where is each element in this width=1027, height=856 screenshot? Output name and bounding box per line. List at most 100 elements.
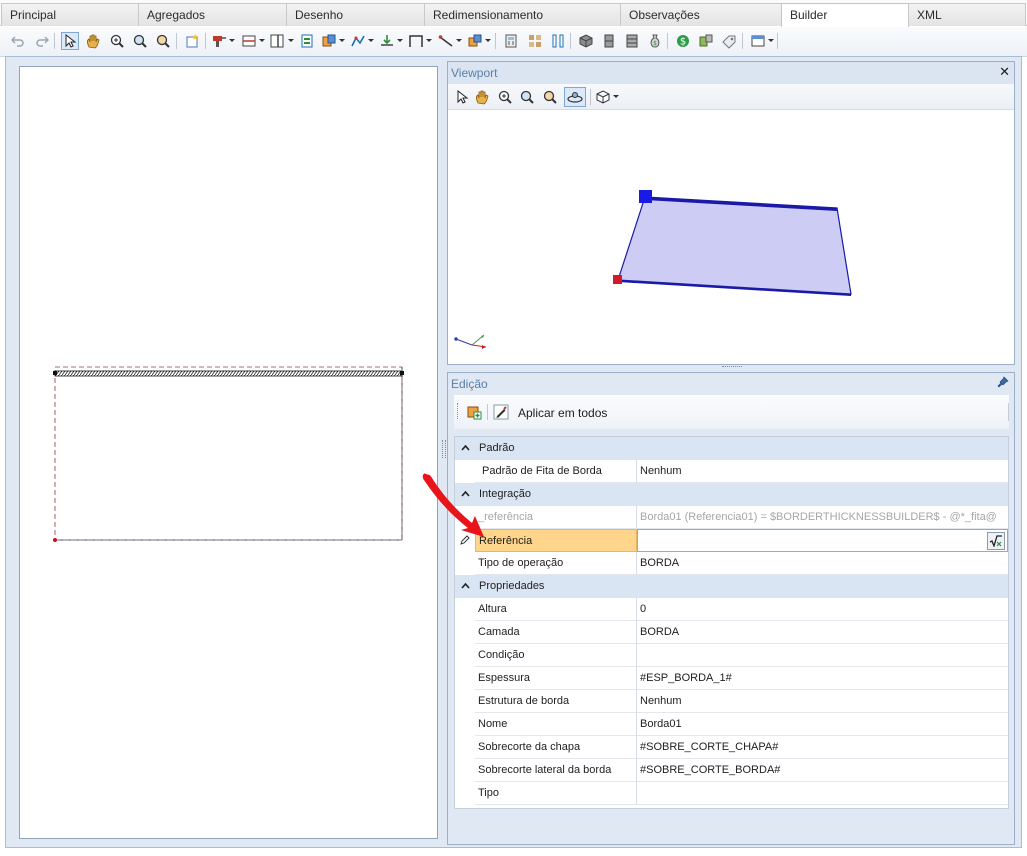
zoom-in-icon[interactable]: [131, 32, 149, 50]
select-icon[interactable]: [61, 32, 79, 50]
texture-icon[interactable]: [526, 32, 544, 50]
tab-redimensionamento[interactable]: Redimensionamento: [424, 3, 621, 26]
property-row-selected[interactable]: Referência: [455, 529, 1008, 552]
apply-all-button[interactable]: Aplicar em todos: [518, 406, 607, 420]
property-row[interactable]: Tipo: [455, 782, 1008, 805]
edge-band[interactable]: [54, 370, 403, 377]
panel-split-icon[interactable]: [240, 32, 258, 50]
panel-resize-grip[interactable]: [722, 366, 742, 369]
group-icon[interactable]: [320, 32, 338, 50]
property-row[interactable]: Sobrecorte da chapa #SOBRE_CORTE_CHAPA#: [455, 736, 1008, 759]
property-row[interactable]: Altura 0: [455, 598, 1008, 621]
undo-icon[interactable]: [9, 32, 27, 50]
property-value[interactable]: 0: [637, 598, 1008, 621]
route-icon[interactable]: [349, 32, 367, 50]
drill-dropdown-icon[interactable]: [229, 39, 235, 42]
property-row[interactable]: Espessura #ESP_BORDA_1#: [455, 667, 1008, 690]
frame-dropdown-icon[interactable]: [426, 39, 432, 42]
redo-icon[interactable]: [33, 32, 51, 50]
add-property-icon[interactable]: [465, 403, 483, 421]
collapse-icon[interactable]: [461, 443, 470, 452]
cost-icon[interactable]: $: [674, 32, 692, 50]
route-dropdown-icon[interactable]: [368, 39, 374, 42]
property-label: Altura: [475, 598, 637, 621]
property-value[interactable]: Borda01: [637, 713, 1008, 736]
tab-builder[interactable]: Builder: [781, 3, 909, 27]
panel-outline[interactable]: [54, 366, 403, 541]
material-dropdown-icon[interactable]: [485, 39, 491, 42]
zoom-extents-icon[interactable]: [496, 88, 514, 106]
tab-agregados[interactable]: Agregados: [138, 3, 287, 26]
property-row[interactable]: Padrão de Fita de Borda Nenhum: [455, 460, 1008, 483]
tab-principal[interactable]: Principal: [1, 3, 139, 26]
drawer-icon[interactable]: [623, 32, 641, 50]
dimension-dropdown-icon[interactable]: [397, 39, 403, 42]
view-cube-icon[interactable]: [594, 88, 612, 106]
property-value[interactable]: BORDA: [637, 552, 1008, 575]
zoom-window-icon[interactable]: [154, 32, 172, 50]
property-row[interactable]: Sobrecorte lateral da borda #SOBRE_CORTE…: [455, 759, 1008, 782]
category-propriedades[interactable]: Propriedades: [455, 575, 1008, 598]
property-value[interactable]: Nenhum: [637, 690, 1008, 713]
category-padrao[interactable]: Padrão: [455, 437, 1008, 460]
orbit-icon[interactable]: [564, 87, 586, 107]
frame-icon[interactable]: [407, 32, 425, 50]
property-value-editor[interactable]: [637, 529, 1008, 552]
property-value[interactable]: #SOBRE_CORTE_BORDA#: [637, 759, 1008, 782]
tab-desenho[interactable]: Desenho: [286, 3, 425, 26]
panel-splitter[interactable]: [442, 440, 446, 458]
property-value[interactable]: [637, 644, 1008, 667]
tab-observacoes[interactable]: Observações: [620, 3, 782, 26]
grip-handle-red[interactable]: [613, 275, 622, 284]
calculator-icon[interactable]: [502, 32, 520, 50]
property-row[interactable]: Condição: [455, 644, 1008, 667]
box-icon[interactable]: [577, 32, 595, 50]
pin-icon[interactable]: [997, 376, 1009, 391]
viewport-canvas[interactable]: [448, 110, 1014, 364]
property-value[interactable]: Nenhum: [637, 460, 1008, 483]
property-value[interactable]: #SOBRE_CORTE_CHAPA#: [637, 736, 1008, 759]
property-row[interactable]: Tipo de operação BORDA: [455, 552, 1008, 575]
property-row[interactable]: Estrutura de borda Nenhum: [455, 690, 1008, 713]
property-row[interactable]: Camada BORDA: [455, 621, 1008, 644]
property-value[interactable]: #ESP_BORDA_1#: [637, 667, 1008, 690]
zoom-in-icon[interactable]: [518, 88, 536, 106]
property-value[interactable]: [637, 782, 1008, 805]
line-dropdown-icon[interactable]: [456, 39, 462, 42]
panel-3d-shape[interactable]: [617, 196, 852, 295]
insert-icon[interactable]: [298, 32, 316, 50]
vertical-split-dropdown-icon[interactable]: [288, 39, 294, 42]
tag-icon[interactable]: [720, 32, 738, 50]
slot-icon[interactable]: [600, 32, 618, 50]
zoom-window-icon[interactable]: [541, 88, 559, 106]
apply-all-icon[interactable]: [492, 403, 510, 421]
property-row[interactable]: _referência Borda01 (Referencia01) = $BO…: [455, 506, 1008, 529]
collapse-icon[interactable]: [461, 581, 470, 590]
property-value[interactable]: BORDA: [637, 621, 1008, 644]
money-bag-icon[interactable]: $: [646, 32, 664, 50]
formula-editor-button[interactable]: [987, 532, 1005, 550]
material-icon[interactable]: [466, 32, 484, 50]
column-icon[interactable]: [549, 32, 567, 50]
dimension-icon[interactable]: [378, 32, 396, 50]
window-icon[interactable]: [749, 32, 767, 50]
property-row[interactable]: Nome Borda01: [455, 713, 1008, 736]
pan-icon[interactable]: [473, 88, 491, 106]
panel-split-dropdown-icon[interactable]: [259, 39, 265, 42]
drawing-canvas[interactable]: [19, 66, 438, 839]
zoom-extents-icon[interactable]: [108, 32, 126, 50]
vertical-split-icon[interactable]: [268, 32, 286, 50]
close-icon[interactable]: ✕: [999, 64, 1010, 80]
line-icon[interactable]: [437, 32, 455, 50]
window-dropdown-icon[interactable]: [768, 39, 774, 42]
category-integracao[interactable]: Integração: [455, 483, 1008, 506]
grip-handle-blue[interactable]: [639, 190, 652, 203]
drill-icon[interactable]: [210, 32, 228, 50]
tab-xml[interactable]: XML: [908, 3, 1026, 26]
select-icon[interactable]: [453, 88, 471, 106]
pan-icon[interactable]: [84, 32, 102, 50]
view-cube-dropdown-icon[interactable]: [613, 95, 619, 98]
new-item-icon[interactable]: [183, 32, 201, 50]
group-dropdown-icon[interactable]: [339, 39, 345, 42]
hardware-icon[interactable]: [697, 32, 715, 50]
